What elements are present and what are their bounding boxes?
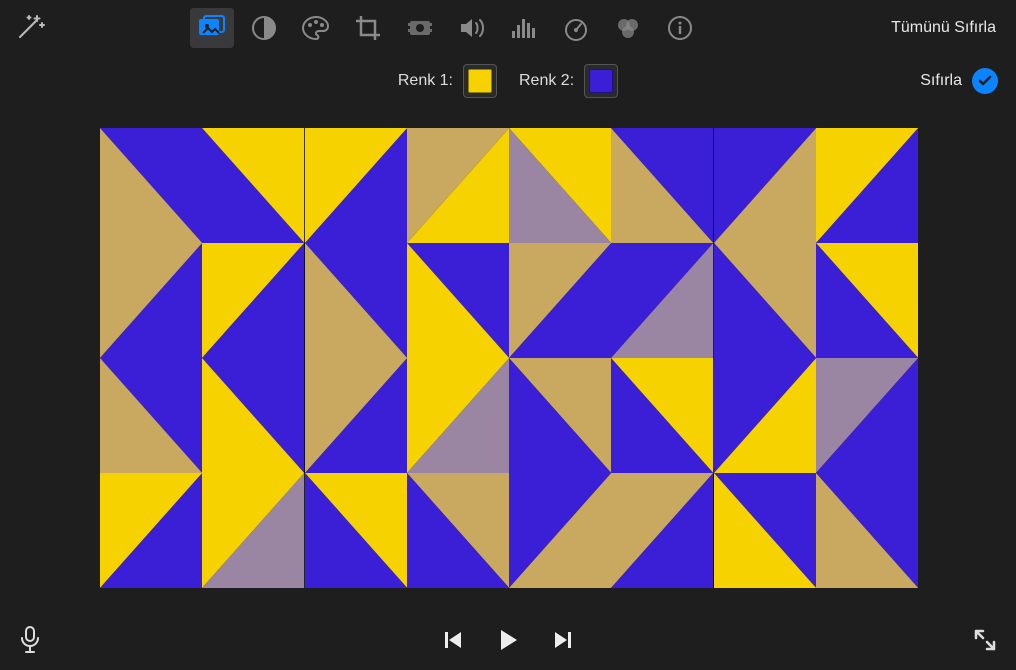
pattern-cell [611, 358, 713, 473]
pattern-cell [611, 128, 713, 243]
color-balance-icon[interactable] [242, 8, 286, 48]
speed-icon[interactable] [554, 8, 598, 48]
magic-wand-icon[interactable] [14, 13, 54, 43]
pattern-cell [100, 358, 202, 473]
play-button[interactable] [495, 627, 521, 653]
pattern-cell [816, 243, 918, 358]
color1-label: Renk 1: [398, 72, 453, 90]
color2-swatch[interactable] [584, 64, 618, 98]
pattern-cell [100, 128, 202, 243]
microphone-icon[interactable] [18, 625, 42, 655]
pattern-cell [100, 473, 202, 588]
volume-icon[interactable] [450, 8, 494, 48]
stabilize-icon[interactable] [398, 8, 442, 48]
color-match-icon[interactable] [606, 8, 650, 48]
pattern-cell [816, 128, 918, 243]
pattern-cell [509, 128, 611, 243]
crop-icon[interactable] [346, 8, 390, 48]
expand-icon[interactable] [972, 627, 998, 653]
pattern-cell [407, 128, 509, 243]
pattern-cell [202, 358, 304, 473]
pattern-cell [202, 128, 304, 243]
preview-viewport [100, 128, 918, 588]
pattern-cell [100, 243, 202, 358]
pattern-cell [202, 473, 304, 588]
palette-icon[interactable] [294, 8, 338, 48]
info-icon[interactable] [658, 8, 702, 48]
pattern-cell [305, 358, 407, 473]
pattern-cell [305, 128, 407, 243]
reset-all-button[interactable]: Tümünü Sıfırla [891, 19, 1002, 37]
pattern-cell [714, 243, 816, 358]
previous-button[interactable] [443, 629, 465, 651]
pattern-cell [509, 473, 611, 588]
apply-check-icon[interactable] [972, 68, 998, 94]
pattern-cell [714, 358, 816, 473]
color1-swatch[interactable] [463, 64, 497, 98]
pattern-cell [611, 243, 713, 358]
pattern-cell [714, 128, 816, 243]
pattern-cell [305, 243, 407, 358]
pattern-cell [509, 358, 611, 473]
pattern-cell [407, 243, 509, 358]
image-filter-icon[interactable] [190, 8, 234, 48]
pattern-cell [407, 473, 509, 588]
color2-label: Renk 2: [519, 72, 574, 90]
equalizer-icon[interactable] [502, 8, 546, 48]
pattern-cell [305, 473, 407, 588]
pattern-cell [509, 243, 611, 358]
reset-button[interactable]: Sıfırla [920, 72, 962, 90]
pattern-cell [816, 473, 918, 588]
pattern-cell [714, 473, 816, 588]
pattern-cell [816, 358, 918, 473]
pattern-cell [611, 473, 713, 588]
pattern-cell [407, 358, 509, 473]
next-button[interactable] [551, 629, 573, 651]
pattern-cell [202, 243, 304, 358]
